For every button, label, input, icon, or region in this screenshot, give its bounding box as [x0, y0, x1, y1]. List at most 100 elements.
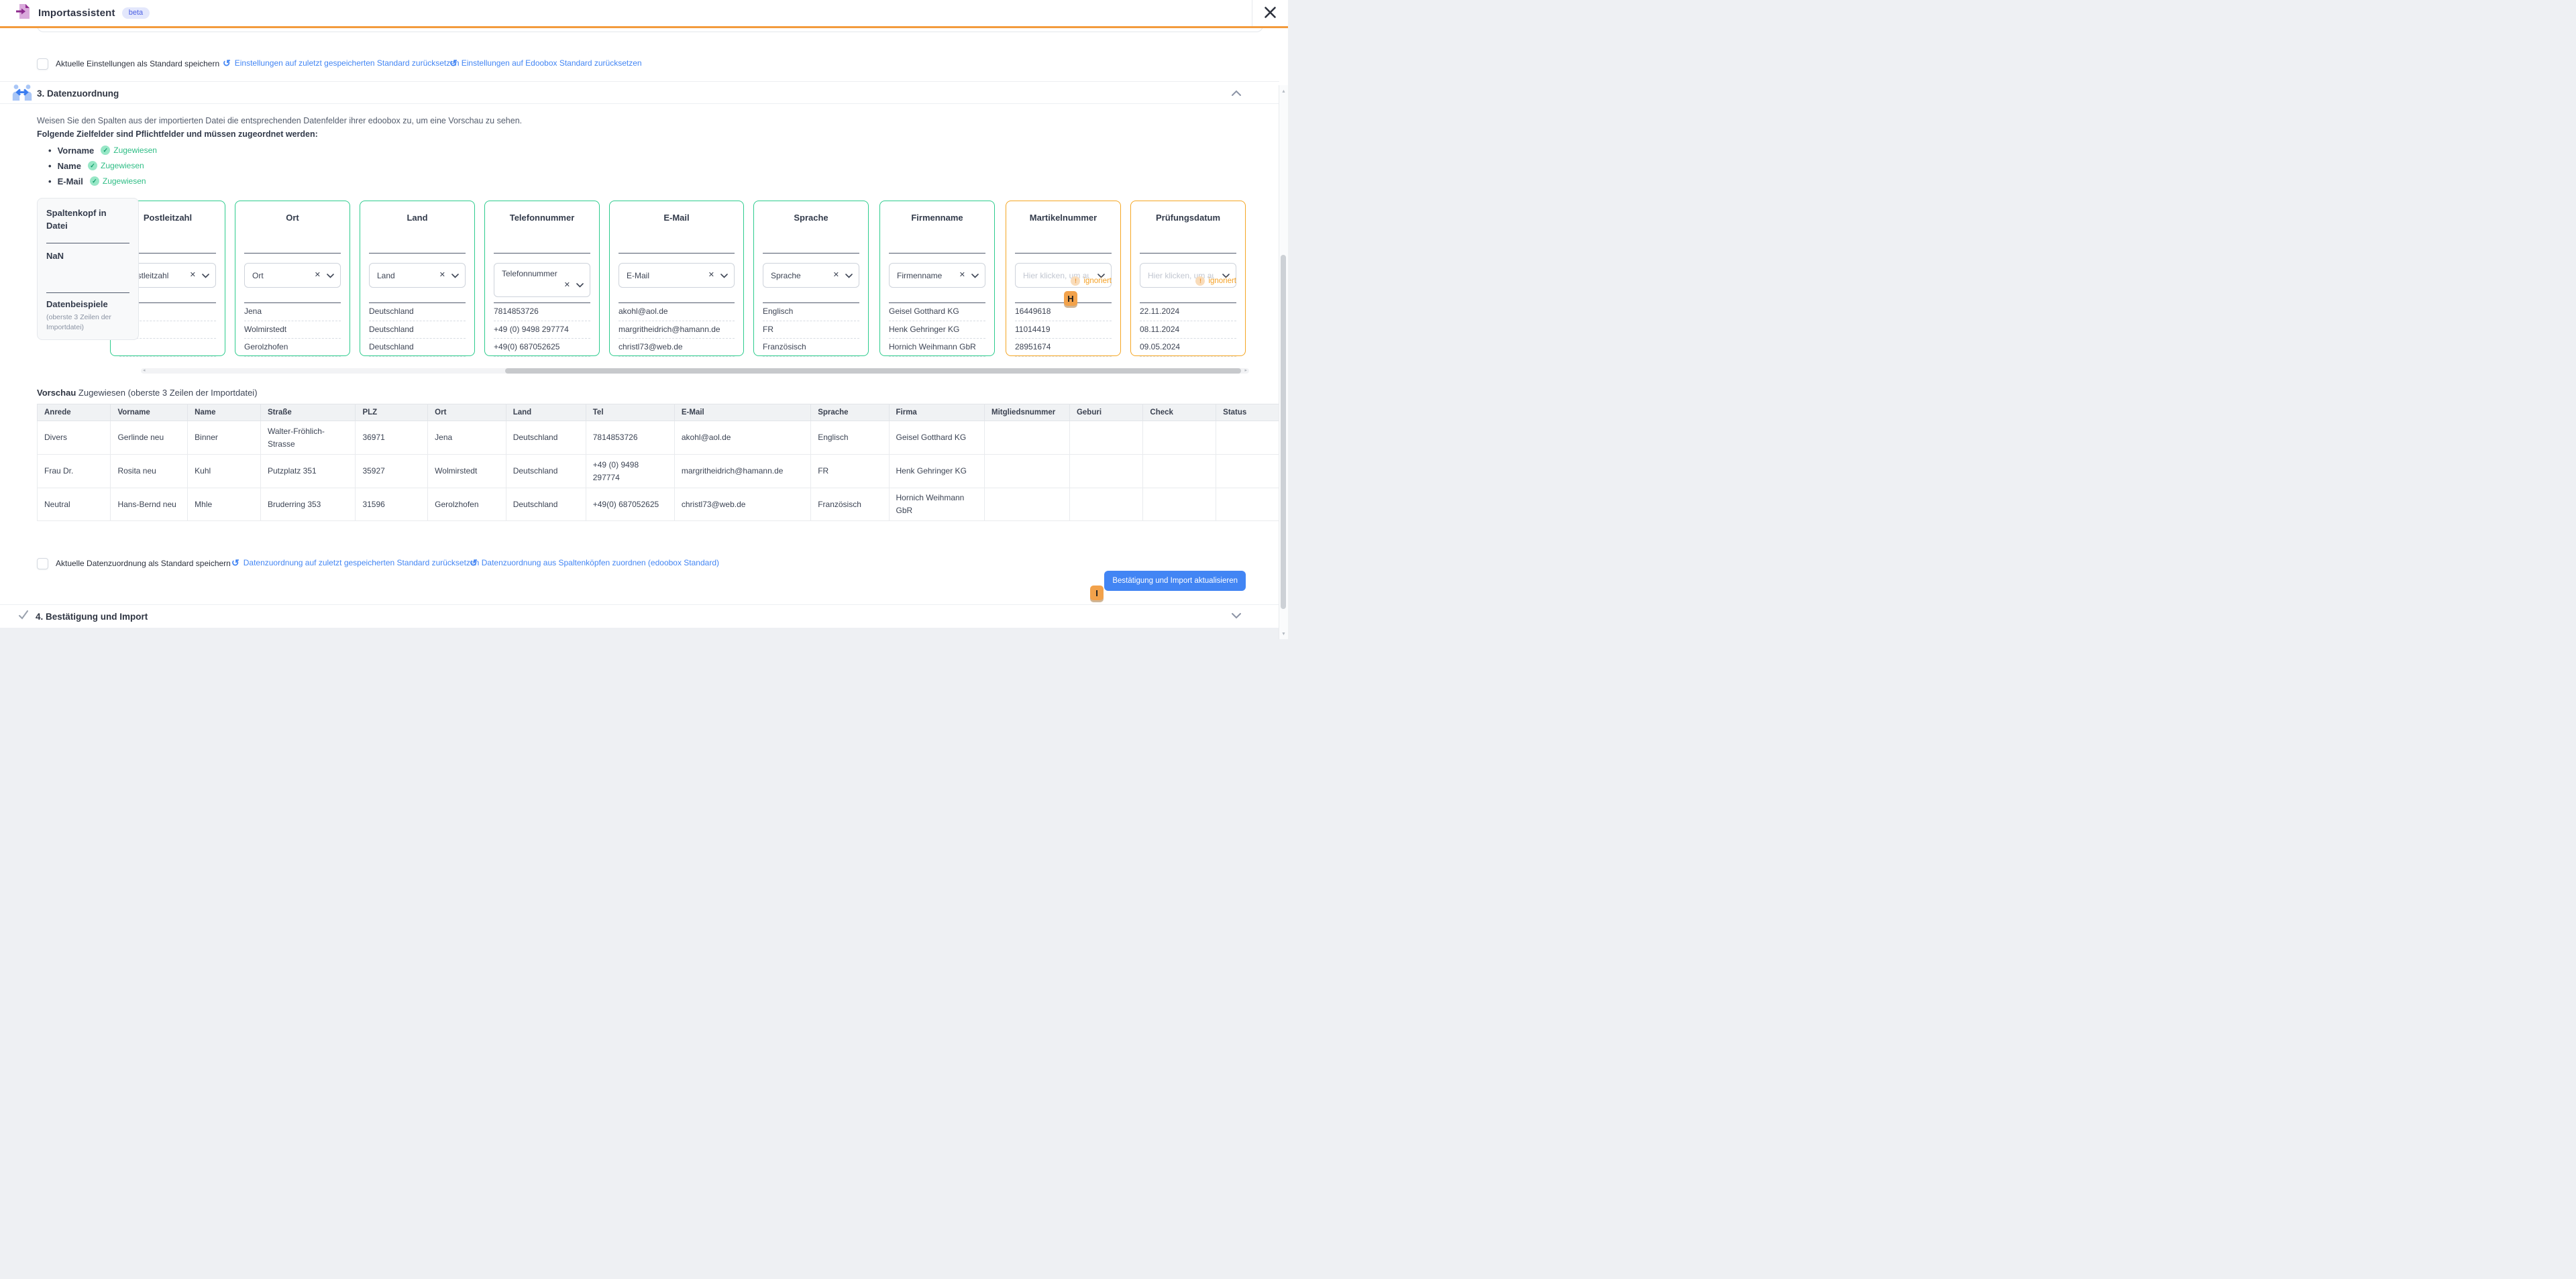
section-4-header[interactable]: 4. Bestätigung und Import: [0, 605, 1279, 628]
table-cell: Henk Gehringer KG: [889, 455, 985, 488]
clear-icon[interactable]: ✕: [833, 272, 839, 279]
chevron-down-icon[interactable]: [451, 270, 459, 282]
table-cell: Deutschland: [506, 455, 586, 488]
table-cell: Geisel Gotthard KG: [889, 421, 985, 455]
table-cell: Gerolzhofen: [428, 488, 506, 521]
select-value: Land: [377, 271, 395, 280]
divider: [763, 253, 859, 254]
sample-value: Geisel Gotthard KG: [889, 303, 985, 321]
column-header: Ort: [428, 404, 506, 421]
card-title: Telefonnummer: [485, 213, 599, 223]
table-cell: [1069, 421, 1142, 455]
horizontal-scrollbar[interactable]: ◂ ▸: [141, 368, 1249, 374]
column-header: E-Mail: [674, 404, 810, 421]
field-select[interactable]: Land ✕: [369, 263, 466, 288]
close-button[interactable]: [1262, 5, 1278, 21]
chevron-down-icon[interactable]: [971, 270, 979, 282]
clear-icon[interactable]: ✕: [190, 272, 196, 279]
clear-icon[interactable]: ✕: [959, 272, 965, 279]
clear-icon[interactable]: ✕: [315, 272, 321, 279]
required-fields-list: • Vorname ✓Zugewiesen • Name ✓Zugewiesen…: [48, 144, 157, 190]
chevron-down-icon[interactable]: [1231, 610, 1242, 622]
sample-value: 16449618: [1015, 303, 1112, 321]
card-title: Martikelnummer: [1006, 213, 1120, 223]
sample-value: +49(0) 687052625: [494, 339, 590, 357]
column-header: Land: [506, 404, 586, 421]
mapping-card-1: OrtOrt ✕ JenaWolmirstedtGerolzhofen: [235, 201, 350, 356]
table-cell: Binner: [188, 421, 261, 455]
required-field-name: • Name ✓Zugewiesen: [48, 160, 157, 172]
table-cell: [1143, 488, 1216, 521]
vertical-scrollbar[interactable]: ▲ ▼: [1279, 85, 1288, 639]
field-select[interactable]: Ort ✕: [244, 263, 341, 288]
divider: [46, 292, 129, 293]
column-header: Vorname: [111, 404, 188, 421]
data-mapping-icon: [12, 84, 32, 104]
mapping-card-8: PrüfungsdatumHier klicken, um auszuwähle…: [1130, 201, 1246, 356]
table-cell: Putzplatz 351: [260, 455, 355, 488]
chevron-down-icon[interactable]: [720, 270, 728, 282]
reset-settings-edoobox-link[interactable]: ↺ Einstellungen auf Edoobox Standard zur…: [449, 58, 642, 68]
undo-icon: ↺: [231, 558, 239, 567]
table-header-row: AnredeVornameNameStraßePLZOrtLandTelE-Ma…: [38, 404, 1288, 421]
confirm-import-button[interactable]: Bestätigung und Import aktualisieren: [1104, 571, 1246, 591]
save-mapping-label: Aktuelle Datenzuordnung als Standard spe…: [56, 559, 231, 568]
chevron-down-icon[interactable]: [576, 279, 584, 291]
sample-value: Jena: [244, 303, 341, 321]
annotation-marker-h: H: [1064, 291, 1077, 306]
table-cell: [1069, 455, 1142, 488]
column-header-value: NaN: [46, 251, 64, 261]
field-select[interactable]: E-Mail ✕: [619, 263, 735, 288]
table-cell: Neutral: [38, 488, 111, 521]
column-header: Tel: [586, 404, 674, 421]
clear-icon[interactable]: ✕: [564, 282, 570, 289]
sample-value: 28951674: [1015, 339, 1112, 357]
table-cell: Mhle: [188, 488, 261, 521]
card-title: Firmenname: [880, 213, 994, 223]
chevron-down-icon[interactable]: [202, 270, 209, 282]
section-3-description: Weisen Sie den Spalten aus der importier…: [37, 116, 522, 125]
sample-value: [119, 339, 216, 357]
beta-badge: beta: [122, 7, 150, 19]
mapping-card-5: SpracheSprache✕EnglischFRFranzösisch: [753, 201, 869, 356]
sample-rows: JenaWolmirstedtGerolzhofen: [235, 303, 350, 357]
section-3-header[interactable]: 3. Datenzuordnung: [0, 84, 1279, 103]
field-select[interactable]: Sprache✕: [763, 263, 859, 288]
save-settings-checkbox[interactable]: [37, 58, 48, 70]
mapping-card-6: Firmenname Firmenname✕ Geisel Gotthard KGH…: [879, 201, 995, 356]
table-cell: 35927: [356, 455, 428, 488]
card-title: Prüfungsdatum: [1131, 213, 1245, 223]
divider: [494, 253, 590, 254]
reset-settings-last-saved-link[interactable]: ↺ Einstellungen auf zuletzt gespeicherte…: [223, 58, 460, 68]
horizontal-scrollbar-thumb[interactable]: [505, 368, 1241, 374]
field-select[interactable]: Telefonnummer ✕: [494, 263, 590, 297]
sample-value: Gerolzhofen: [244, 339, 341, 357]
table-cell: Rosita neu: [111, 455, 188, 488]
clear-icon[interactable]: ✕: [708, 272, 714, 279]
column-header: Straße: [260, 404, 355, 421]
sample-value: 7814853726: [494, 303, 590, 321]
vertical-scrollbar-thumb[interactable]: [1281, 255, 1286, 609]
chevron-down-icon[interactable]: [327, 270, 334, 282]
table-cell: Wolmirstedt: [428, 455, 506, 488]
section-4-title: 4. Bestätigung und Import: [36, 612, 148, 622]
reset-mapping-last-saved-link[interactable]: ↺ Datenzuordnung auf zuletzt gespeichert…: [231, 558, 479, 567]
select-value: Ort: [252, 271, 264, 280]
table-cell: +49 (0) 9498 297774: [586, 455, 674, 488]
sample-value: Henk Gehringer KG: [889, 321, 985, 339]
select-value: Telefonnummer: [502, 269, 557, 278]
field-select[interactable]: Firmenname✕: [889, 263, 985, 288]
map-from-headers-link[interactable]: ↺ Datenzuordnung aus Spaltenköpfen zuord…: [470, 558, 719, 567]
save-mapping-checkbox[interactable]: [37, 558, 48, 569]
table-cell: [1069, 488, 1142, 521]
table-cell: [985, 421, 1070, 455]
clear-icon[interactable]: ✕: [439, 272, 445, 279]
sample-rows: Geisel Gotthard KGHenk Gehringer KGHorni…: [880, 303, 994, 357]
sample-rows: 7814853726+49 (0) 9498 297774+49(0) 6870…: [485, 303, 599, 357]
chevron-down-icon[interactable]: [845, 270, 853, 282]
undo-icon: ↺: [223, 58, 231, 68]
table-cell: Frau Dr.: [38, 455, 111, 488]
chevron-up-icon[interactable]: [1231, 88, 1242, 100]
sample-value: Deutschland: [369, 339, 466, 357]
select-value: E-Mail: [627, 271, 649, 280]
